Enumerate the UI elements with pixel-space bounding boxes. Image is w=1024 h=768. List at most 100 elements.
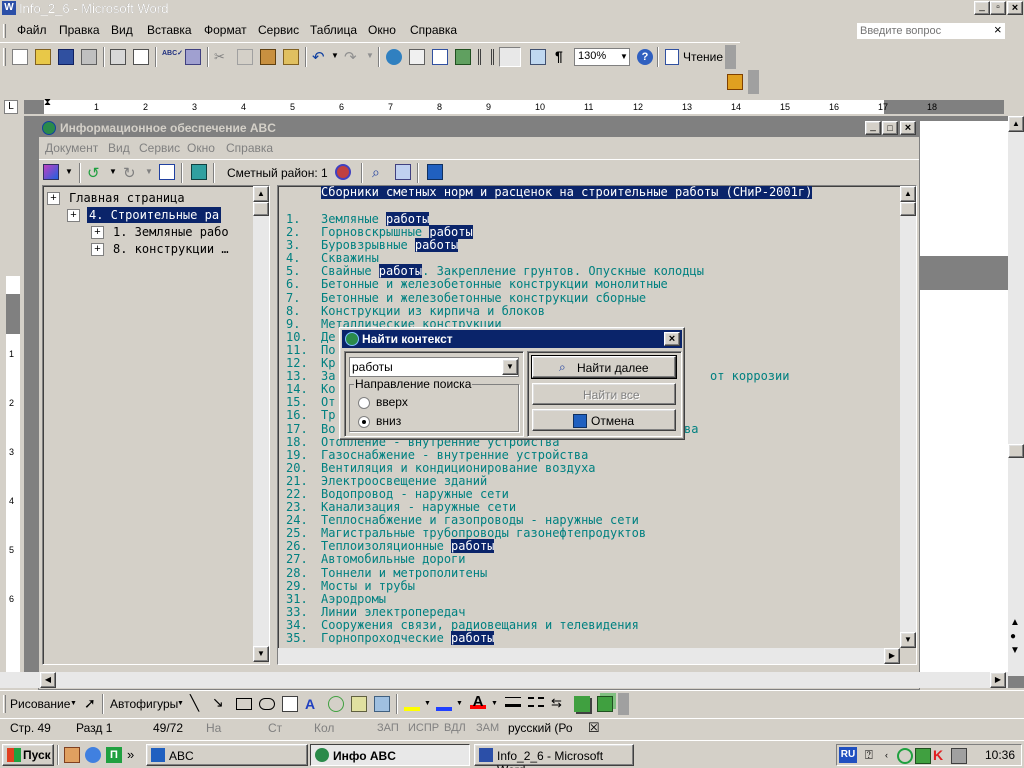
tree-scrollbar[interactable]: ▲ ▼ bbox=[253, 186, 269, 662]
status-rec[interactable]: ЗАП bbox=[377, 719, 399, 737]
task-info-abc[interactable]: Инфо ABC bbox=[310, 744, 470, 766]
vertical-ruler[interactable]: 1123456 bbox=[6, 276, 20, 681]
scroll-up-arrow-icon[interactable]: ▲ bbox=[1008, 116, 1024, 132]
drawing-toggle-icon[interactable] bbox=[499, 47, 521, 67]
drawing-menu[interactable]: Рисование bbox=[10, 697, 70, 711]
abc-document-icon[interactable] bbox=[43, 164, 59, 180]
undo-dropdown-icon[interactable]: ▼ bbox=[331, 51, 339, 60]
insert-table-icon[interactable] bbox=[432, 49, 448, 65]
task-abc[interactable]: ABC bbox=[146, 744, 308, 766]
abc-open-icon[interactable] bbox=[191, 164, 207, 180]
tables-borders-icon[interactable] bbox=[409, 49, 425, 65]
hscroll-left-icon[interactable]: ◀ bbox=[40, 672, 56, 688]
tree-expand-icon[interactable]: + bbox=[91, 243, 104, 256]
line-style-icon[interactable] bbox=[505, 697, 521, 707]
quicklaunch-3-icon[interactable]: П bbox=[106, 747, 122, 763]
menu-help[interactable]: Справка bbox=[410, 23, 457, 37]
doc-hscrollbar[interactable]: ▶ bbox=[278, 648, 900, 664]
tree-item-home[interactable]: Главная страница bbox=[67, 190, 187, 206]
quicklaunch-show-more-icon[interactable]: » bbox=[127, 747, 143, 763]
abc-menu-window[interactable]: Окно bbox=[187, 141, 215, 155]
save-icon[interactable] bbox=[58, 49, 74, 65]
line-icon[interactable]: ╲ bbox=[190, 694, 199, 712]
arrow-icon[interactable]: ↘ bbox=[212, 694, 224, 711]
help-icon[interactable]: ? bbox=[637, 49, 653, 65]
status-trk[interactable]: ИСПР bbox=[408, 719, 439, 737]
print-icon[interactable] bbox=[110, 49, 126, 65]
extra-tool-icon[interactable] bbox=[727, 74, 743, 90]
abc-context-search-icon[interactable] bbox=[395, 164, 411, 180]
line-color-dropdown-icon[interactable]: ▼ bbox=[456, 700, 463, 707]
abc-document-dropdown-icon[interactable]: ▼ bbox=[65, 167, 73, 176]
drawing-toolbar-options-icon[interactable] bbox=[618, 693, 629, 715]
doc-line[interactable]: 35. Горнопроходческие работы bbox=[286, 631, 896, 645]
menu-view[interactable]: Вид bbox=[111, 23, 133, 37]
abc-back-dropdown-icon[interactable]: ▼ bbox=[109, 167, 117, 176]
network-tray-icon[interactable] bbox=[897, 748, 913, 764]
tree-expand-icon[interactable]: + bbox=[91, 226, 104, 239]
open-folder-icon[interactable] bbox=[35, 49, 51, 65]
abc-search-icon[interactable]: ⌕ bbox=[372, 164, 388, 180]
indent-marker[interactable]: ⧗ bbox=[44, 97, 51, 108]
hyperlink-icon[interactable] bbox=[386, 49, 402, 65]
close-button[interactable]: × bbox=[1007, 1, 1023, 15]
font-color-dropdown-icon[interactable]: ▼ bbox=[491, 700, 498, 707]
3d-style-icon[interactable] bbox=[597, 696, 613, 712]
close-help-icon[interactable]: × bbox=[994, 22, 1002, 37]
columns-icon[interactable] bbox=[478, 49, 494, 65]
tab-selector[interactable]: L bbox=[4, 100, 18, 114]
radio-down-label[interactable]: вниз bbox=[376, 414, 401, 428]
search-combo[interactable]: работы ▼ bbox=[349, 357, 519, 377]
paste-icon[interactable] bbox=[260, 49, 276, 65]
help-tray-icon[interactable]: ⍰ bbox=[865, 747, 873, 763]
line-color-icon[interactable] bbox=[436, 695, 452, 711]
doc-scroll-down-icon[interactable]: ▼ bbox=[900, 632, 916, 648]
status-ovr[interactable]: ЗАМ bbox=[476, 719, 499, 737]
zoom-dropdown-icon[interactable]: ▼ bbox=[620, 52, 628, 61]
oval-icon[interactable] bbox=[259, 698, 275, 710]
word-vertical-scrollbar[interactable]: ▲ ▲ ● ▼ bbox=[1008, 116, 1024, 676]
menu-tools[interactable]: Сервис bbox=[258, 23, 299, 37]
redo-dropdown-icon[interactable]: ▼ bbox=[366, 51, 374, 60]
menu-table[interactable]: Таблица bbox=[310, 23, 357, 37]
abc-close-button[interactable]: × bbox=[900, 121, 916, 135]
search-input[interactable]: работы bbox=[352, 360, 393, 374]
abc-maximize-button[interactable]: □ bbox=[882, 121, 898, 135]
word-app-icon[interactable]: W bbox=[2, 1, 16, 15]
doc-scroll-up-icon[interactable]: ▲ bbox=[900, 186, 916, 202]
select-objects-icon[interactable]: ➚ bbox=[84, 695, 96, 712]
radio-down[interactable] bbox=[358, 416, 370, 428]
find-dialog-close-button[interactable]: × bbox=[664, 332, 680, 346]
toolbar-options-icon[interactable] bbox=[725, 45, 736, 69]
abc-export-word-icon[interactable] bbox=[427, 164, 443, 180]
tree-expand-icon[interactable]: + bbox=[47, 192, 60, 205]
spelling-icon[interactable]: ABC✓ bbox=[162, 49, 183, 65]
ruler-scroll-up[interactable] bbox=[1007, 98, 1021, 114]
abc-goto-icon[interactable] bbox=[159, 164, 175, 180]
arrow-style-icon[interactable]: ⇆ bbox=[551, 695, 567, 711]
tree-scroll-thumb[interactable] bbox=[253, 202, 269, 216]
abc-minimize-button[interactable]: _ bbox=[865, 121, 881, 135]
format-painter-icon[interactable] bbox=[283, 49, 299, 65]
radio-up-label[interactable]: вверх bbox=[376, 395, 408, 409]
dash-style-icon[interactable] bbox=[528, 697, 544, 707]
diagram-icon[interactable] bbox=[328, 696, 344, 712]
abc-menu-view[interactable]: Вид bbox=[108, 141, 130, 155]
start-button[interactable]: Пуск bbox=[2, 744, 54, 766]
cut-icon[interactable]: ✂ bbox=[214, 49, 230, 65]
spelling-status-icon[interactable]: ☒ bbox=[588, 719, 600, 737]
menu-window[interactable]: Окно bbox=[368, 23, 396, 37]
zoom-select[interactable]: 130% ▼ bbox=[574, 48, 630, 66]
abc-forward-dropdown-icon[interactable]: ▼ bbox=[145, 167, 153, 176]
shadow-style-icon[interactable] bbox=[574, 696, 590, 712]
reading-label[interactable]: Чтение bbox=[683, 50, 723, 64]
tree-item[interactable]: 1. Земляные рабо bbox=[111, 224, 231, 240]
radio-up[interactable] bbox=[358, 397, 370, 409]
menu-file[interactable]: Файл bbox=[17, 23, 47, 37]
hscroll-right-icon[interactable]: ▶ bbox=[990, 672, 1006, 688]
redo-icon[interactable]: ↷ bbox=[344, 48, 360, 66]
insert-excel-icon[interactable] bbox=[455, 49, 471, 65]
extra-toolbar-options-icon[interactable] bbox=[748, 70, 759, 94]
abc-app-icon[interactable] bbox=[42, 121, 56, 135]
restore-button[interactable]: ▫ bbox=[990, 1, 1006, 15]
